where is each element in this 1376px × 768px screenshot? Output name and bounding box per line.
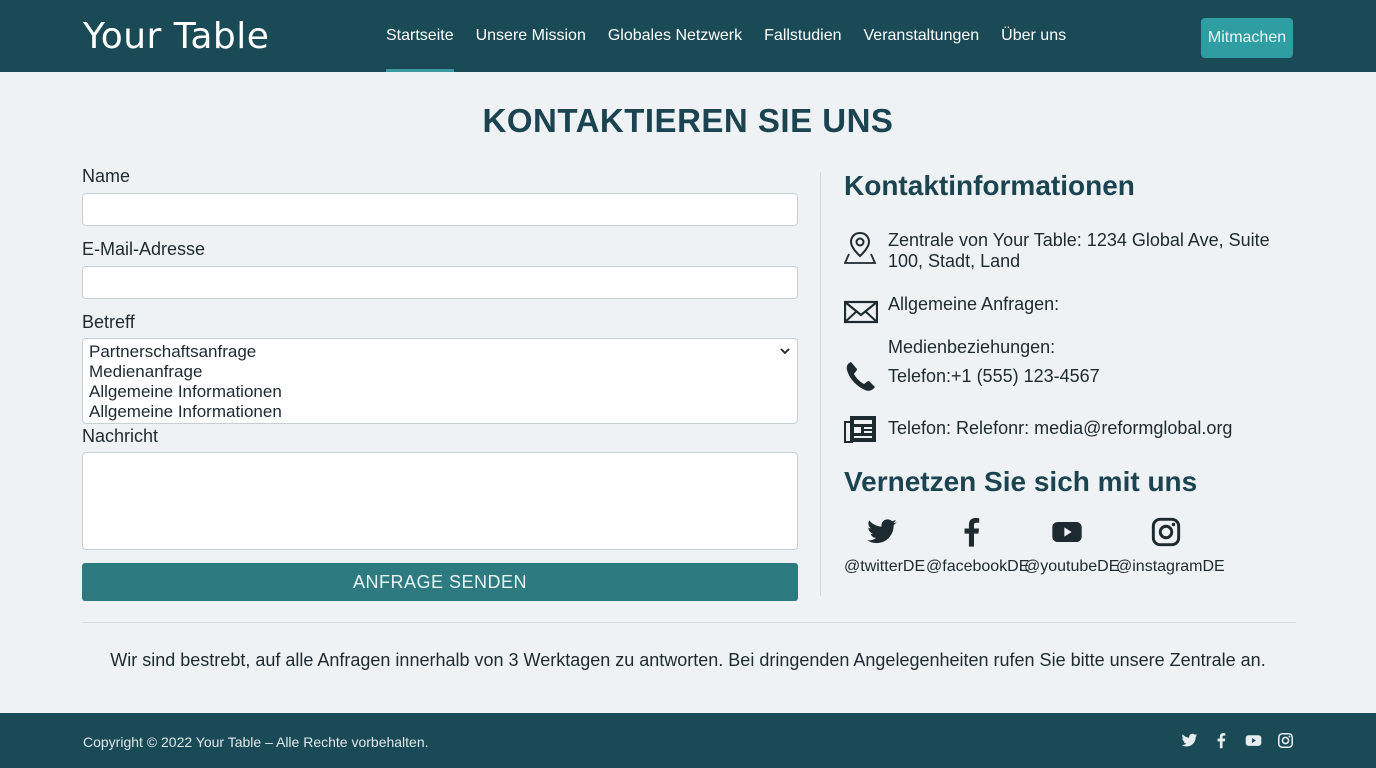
copyright-text: Copyright © 2022 Your Table – Alle Recht…: [83, 734, 429, 750]
subject-label: Betreff: [82, 312, 135, 332]
facebook-handle: @facebookDE: [926, 558, 1030, 575]
subject-option[interactable]: Allgemeine Informationen: [89, 382, 791, 402]
subject-option[interactable]: Partnerschaftsanfrage: [89, 342, 791, 362]
column-divider: [820, 172, 821, 596]
nav-ueber-uns[interactable]: Über uns: [1001, 0, 1066, 72]
email-label: E-Mail-Adresse: [82, 239, 206, 259]
contact-info: Kontaktinformationen Zentrale von Your T…: [844, 170, 1314, 575]
media-row: Telefon: Relefonr: media@reformglobal.or…: [844, 413, 1232, 447]
subject-select[interactable]: Partnerschaftsanfrage Medienanfrage Allg…: [82, 338, 798, 424]
message-label: Nachricht: [82, 426, 159, 446]
message-textarea[interactable]: [82, 452, 798, 550]
map-pin-icon: [844, 231, 877, 264]
site-logo[interactable]: Your Table: [83, 16, 269, 57]
twitter-handle: @twitterDE: [844, 558, 926, 575]
main-nav: Startseite Unsere Mission Globales Netzw…: [386, 0, 1066, 72]
join-button[interactable]: Mitmachen: [1201, 18, 1293, 58]
contact-info-title: Kontaktinformationen: [844, 170, 1135, 201]
nav-veranstaltungen[interactable]: Veranstaltungen: [864, 0, 980, 72]
twitter-link[interactable]: @twitterDE: [844, 516, 926, 576]
media-heading: Medienbeziehungen:: [888, 337, 1056, 357]
subject-option[interactable]: Medienanfrage: [89, 362, 791, 382]
subject-option[interactable]: Allgemeine Informationen: [89, 402, 791, 422]
phone-icon: [846, 362, 875, 391]
response-note: Wir sind bestrebt, auf alle Anfragen inn…: [110, 650, 1266, 670]
phone-row: Telefon:+1 (555) 123-4567: [844, 360, 1100, 394]
footer-youtube-icon[interactable]: [1245, 732, 1262, 749]
nav-fallstudien[interactable]: Fallstudien: [764, 0, 841, 72]
nav-unsere-mission[interactable]: Unsere Mission: [476, 0, 586, 72]
nav-startseite[interactable]: Startseite: [386, 0, 454, 72]
twitter-icon: [867, 519, 897, 544]
youtube-link[interactable]: @youtubeDE: [1024, 516, 1120, 576]
address-text: Zentrale von Your Table: 1234 Global Ave…: [888, 230, 1270, 271]
footer-twitter-icon[interactable]: [1181, 732, 1198, 749]
name-input[interactable]: [82, 193, 798, 226]
instagram-icon: [1151, 517, 1181, 547]
general-text: Allgemeine Anfragen:: [888, 294, 1060, 314]
youtube-icon: [1052, 522, 1082, 542]
nav-globales-netzwerk[interactable]: Globales Netzwerk: [608, 0, 742, 72]
address-row: Zentrale von Your Table: 1234 Global Ave…: [844, 230, 1270, 271]
envelope-icon: [844, 300, 878, 324]
youtube-handle: @youtubeDE: [1024, 558, 1120, 575]
facebook-icon: [964, 518, 980, 547]
email-input[interactable]: [82, 266, 798, 299]
footer-instagram-icon[interactable]: [1277, 732, 1294, 749]
instagram-handle: @instagramDE: [1116, 558, 1225, 575]
contact-form: Name E-Mail-Adresse Betreff Partnerschaf…: [82, 166, 798, 601]
page-title: KONTAKTIEREN SIE UNS: [482, 102, 894, 139]
general-row: Allgemeine Anfragen:: [844, 294, 1059, 330]
facebook-link[interactable]: @facebookDE: [926, 516, 1030, 576]
media-contact-text: Telefon: Relefonr: media@reformglobal.or…: [888, 418, 1233, 438]
site-footer: Copyright © 2022 Your Table – Alle Recht…: [0, 713, 1376, 768]
name-label: Name: [82, 166, 131, 186]
social-title: Vernetzen Sie sich mit uns: [844, 466, 1198, 497]
site-header: Your Table Startseite Unsere Mission Glo…: [0, 0, 1376, 72]
phone-text: Telefon:+1 (555) 123-4567: [888, 366, 1100, 386]
chevron-down-icon[interactable]: [779, 345, 791, 357]
footer-facebook-icon[interactable]: [1213, 732, 1230, 749]
footer-social-icons: [1181, 732, 1294, 749]
content-divider: [82, 622, 1296, 623]
submit-button[interactable]: ANFRAGE SENDEN: [82, 563, 798, 601]
newspaper-icon: [844, 416, 876, 443]
instagram-link[interactable]: @instagramDE: [1116, 516, 1225, 576]
